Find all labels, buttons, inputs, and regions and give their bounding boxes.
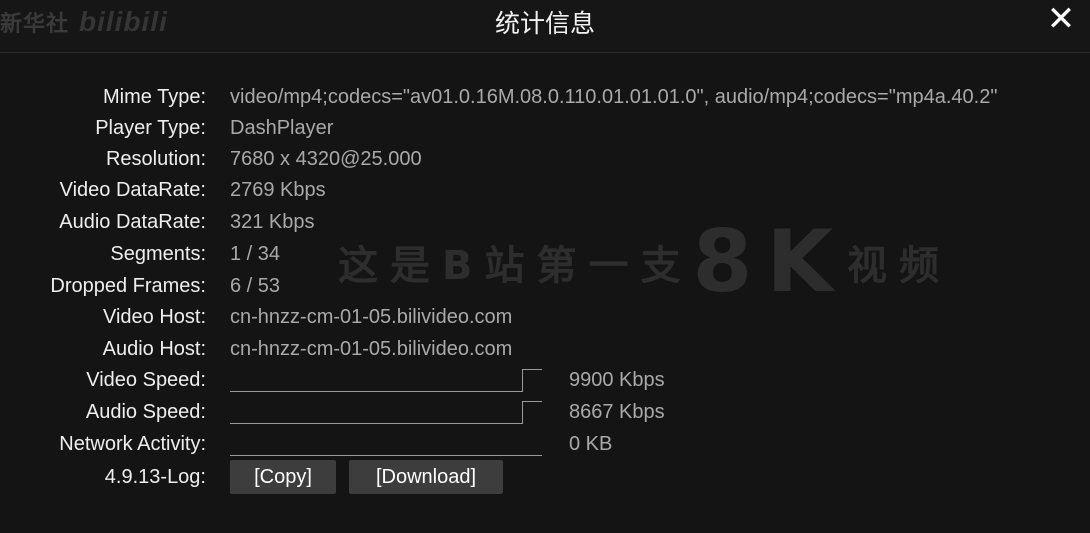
audio-datarate-value: 321 Kbps [230,211,315,233]
network-activity-graph [230,430,542,456]
stat-row-audio-host: Audio Host: cn-hnzz-cm-01-05.bilivideo.c… [0,335,1090,365]
segments-label: Segments: [110,243,206,265]
mime-type-label: Mime Type: [103,86,206,108]
network-activity-label: Network Activity: [59,433,206,455]
stat-row-audio-speed: Audio Speed: 8667 Kbps [0,398,1090,428]
stat-row-segments: Segments: 1 / 34 [0,240,1090,270]
download-log-button[interactable]: [Download] [349,460,503,494]
stat-row-resolution: Resolution: 7680 x 4320@25.000 [0,145,1090,175]
stat-row-video-speed: Video Speed: 9900 Kbps [0,366,1090,396]
player-type-value: DashPlayer [230,117,334,139]
video-speed-label: Video Speed: [86,369,206,391]
audio-speed-value: 8667 Kbps [569,401,665,423]
audio-host-label: Audio Host: [102,338,206,360]
resolution-label: Resolution: [105,148,206,170]
mime-type-value: video/mp4;codecs="av01.0.16M.08.0.110.01… [230,86,998,108]
stat-row-player-type: Player Type: DashPlayer [0,114,1090,144]
video-datarate-label: Video DataRate: [59,179,206,201]
dropped-frames-value: 6 / 53 [230,275,281,297]
stat-row-log: 4.9.13-Log: [Copy] [Download] [0,460,1090,494]
network-activity-value: 0 KB [569,433,613,455]
dropped-frames-label: Dropped Frames: [50,275,206,297]
stat-row-mime-type: Mime Type: video/mp4;codecs="av01.0.16M.… [0,83,1090,113]
video-host-label: Video Host: [102,306,206,328]
video-datarate-value: 2769 Kbps [230,179,326,201]
panel-header: 新华社 bilibili 统计信息 ✕ [0,0,1090,53]
log-label: 4.9.13-Log: [104,466,206,488]
stat-row-audio-datarate: Audio DataRate: 321 Kbps [0,208,1090,238]
panel-title: 统计信息 [494,9,595,38]
audio-speed-graph [230,398,542,424]
audio-speed-label: Audio Speed: [85,401,206,423]
resolution-value: 7680 x 4320@25.000 [230,148,422,170]
close-icon[interactable]: ✕ [1044,2,1078,36]
stat-row-video-datarate: Video DataRate: 2769 Kbps [0,176,1090,206]
stat-row-dropped-frames: Dropped Frames: 6 / 53 [0,272,1090,302]
stat-row-network-activity: Network Activity: 0 KB [0,430,1090,460]
audio-datarate-label: Audio DataRate: [59,211,206,233]
copy-log-button[interactable]: [Copy] [230,460,336,494]
video-host-value: cn-hnzz-cm-01-05.bilivideo.com [230,306,513,328]
player-type-label: Player Type: [95,117,206,139]
video-speed-graph [230,366,542,392]
segments-value: 1 / 34 [230,243,281,265]
audio-host-value: cn-hnzz-cm-01-05.bilivideo.com [230,338,513,360]
video-speed-value: 9900 Kbps [569,369,665,391]
stat-row-video-host: Video Host: cn-hnzz-cm-01-05.bilivideo.c… [0,303,1090,333]
